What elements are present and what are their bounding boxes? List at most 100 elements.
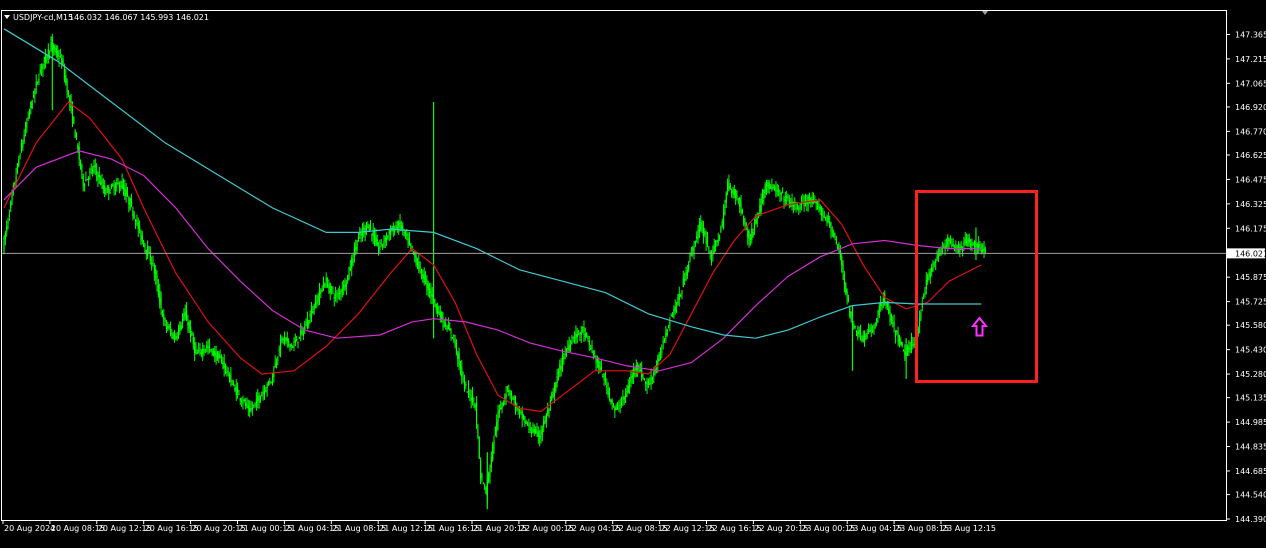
candle-body — [164, 318, 166, 322]
candle-body — [671, 315, 674, 317]
candle-body — [231, 383, 233, 385]
candle-body — [255, 399, 257, 406]
candle-body — [653, 372, 655, 377]
candle-body — [685, 273, 687, 281]
candle-body — [865, 334, 867, 340]
candle-body — [535, 429, 537, 433]
candle-body — [756, 218, 758, 224]
candle-body — [929, 272, 931, 277]
candle-body — [573, 337, 576, 339]
candle-body — [375, 235, 377, 245]
candle-body — [582, 327, 584, 329]
candle-body — [931, 267, 933, 272]
candle-body — [693, 245, 695, 253]
chart-background — [0, 0, 1266, 548]
candle-body — [855, 331, 858, 333]
candle-body — [835, 239, 837, 245]
candle-body — [724, 205, 726, 215]
candle-body — [867, 330, 870, 332]
candle-body — [31, 100, 33, 109]
candle-body — [692, 247, 694, 251]
candle-body — [203, 349, 205, 353]
candle-body — [121, 180, 123, 189]
candle-body — [141, 235, 143, 242]
candle-body — [293, 343, 295, 345]
candle-body — [86, 178, 88, 181]
candle-body — [11, 194, 13, 201]
candle-body — [893, 322, 895, 327]
candle-body — [473, 399, 475, 401]
candle-body — [367, 226, 369, 229]
candle-body — [541, 429, 543, 435]
candle-body — [216, 352, 219, 361]
candle-body — [825, 216, 827, 219]
candle-body — [485, 487, 487, 494]
candle-body — [559, 364, 561, 370]
candle-body — [236, 387, 239, 392]
candle-body — [23, 134, 25, 143]
price-chart[interactable]: USDJPY-cd,M15 146.032 146.067 145.993 14… — [0, 0, 1266, 548]
candle-body — [277, 357, 279, 362]
candle-body — [251, 407, 253, 410]
candle-body — [87, 178, 90, 180]
candle-body — [8, 214, 10, 218]
candle-body — [232, 383, 235, 385]
candle-body — [415, 256, 417, 265]
candle-body — [369, 226, 372, 229]
candle-body — [334, 294, 337, 296]
candle-body — [27, 117, 29, 119]
candle-body — [207, 346, 209, 348]
candle-body — [897, 333, 899, 343]
candle-body — [333, 296, 335, 299]
candle-body — [602, 376, 604, 378]
candle-body — [846, 290, 848, 298]
candle-body — [952, 243, 954, 246]
candle-body — [336, 295, 338, 297]
candle-body — [717, 239, 719, 243]
candle-body — [747, 230, 749, 238]
candle-body — [736, 194, 738, 197]
candle-body — [172, 333, 174, 339]
candle-body — [961, 249, 964, 251]
candle-body — [575, 333, 577, 338]
candle-body — [285, 337, 287, 341]
candle-body — [845, 282, 847, 294]
x-tick-label: 22 Aug 00:15 — [520, 524, 574, 533]
candle-body — [344, 281, 346, 290]
candle-body — [474, 403, 476, 408]
candle-body — [881, 305, 883, 307]
candle-body — [888, 308, 890, 314]
candle-body — [716, 240, 718, 243]
candle-body — [218, 353, 220, 359]
x-tick-label: 20 Aug 08:15 — [51, 524, 105, 533]
candle-body — [220, 360, 223, 364]
candle-body — [144, 244, 146, 248]
candle-body — [55, 48, 57, 53]
candle-body — [38, 78, 40, 84]
candle-body — [156, 276, 158, 284]
candle-body — [130, 201, 133, 205]
candle-body — [419, 266, 421, 268]
candle-body — [200, 352, 202, 354]
candle-body — [847, 297, 850, 302]
candle-body — [297, 341, 299, 344]
candle-body — [263, 389, 266, 395]
candle-body — [532, 427, 534, 433]
candle-body — [729, 185, 731, 190]
candle-body — [89, 171, 91, 174]
y-tick-label: 146.475 — [1235, 175, 1266, 184]
candle-body — [173, 337, 176, 339]
candle-body — [543, 420, 545, 427]
candle-body — [73, 116, 75, 124]
candle-body — [380, 242, 382, 244]
candle-body — [305, 325, 307, 327]
candle-body — [381, 244, 384, 246]
candle-body — [383, 241, 385, 244]
candle-body — [675, 305, 678, 307]
y-tick-label: 146.175 — [1235, 224, 1266, 233]
candle-body — [274, 363, 276, 368]
candle-body — [771, 185, 773, 191]
candle-body — [363, 227, 365, 231]
candle-body — [196, 352, 198, 354]
candle-body — [105, 192, 107, 194]
